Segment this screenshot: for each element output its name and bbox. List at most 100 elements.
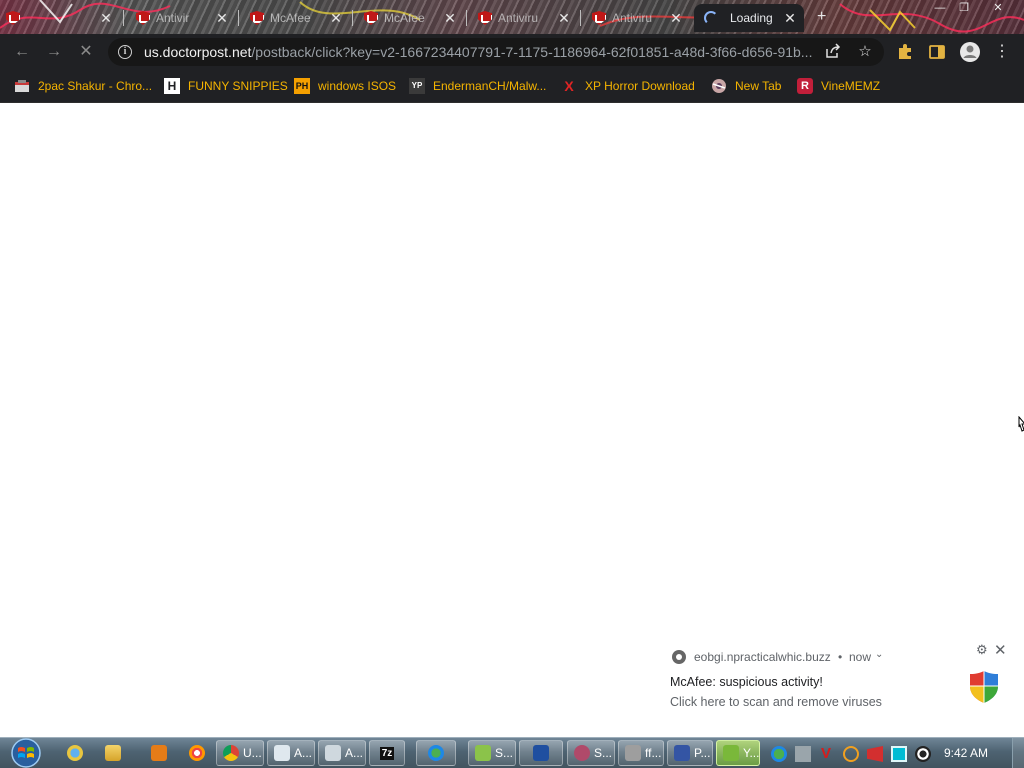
notification-source: eobgi.npracticalwhic.buzz <box>694 650 831 664</box>
p-app-icon <box>674 745 690 761</box>
taskbar-item-label: A... <box>345 746 364 760</box>
bookmark-favicon-x: X <box>564 78 574 94</box>
bookmark-item-2[interactable]: PH windows ISOS <box>294 76 396 96</box>
bookmark-label: EndermanCH/Malw... <box>433 79 547 93</box>
bookmark-item-0[interactable]: 2pac Shakur - Chro... <box>14 76 152 96</box>
browser-tab-4[interactable]: Antiviru ✕ <box>472 4 578 32</box>
mcafee-shield-icon <box>250 11 264 25</box>
bookmark-label: XP Horror Download <box>585 79 695 93</box>
pinned-paint-icon[interactable] <box>186 741 212 765</box>
tab-separator <box>466 10 467 26</box>
tab-close-icon[interactable]: ✕ <box>214 10 230 26</box>
taskbar-item-y-active[interactable]: Y... <box>716 740 760 766</box>
tab-separator <box>238 10 239 26</box>
y-app-icon <box>723 745 739 761</box>
tray-v-icon[interactable]: V <box>818 746 834 762</box>
loading-spinner-icon <box>704 11 718 25</box>
bookmark-favicon-2pac <box>14 78 30 94</box>
window-app-icon-2 <box>325 745 341 761</box>
browser-tab-1[interactable]: Antivir ✕ <box>130 4 236 32</box>
tab-close-icon[interactable]: ✕ <box>668 10 684 26</box>
taskbar-item-p[interactable]: P... <box>667 740 713 766</box>
tab-close-icon[interactable]: ✕ <box>98 10 114 26</box>
folder-app-icon <box>475 745 491 761</box>
tab-title: McAfee <box>384 11 425 25</box>
tab-close-icon[interactable]: ✕ <box>442 10 458 26</box>
bookmark-star-icon[interactable]: ☆ <box>856 43 874 61</box>
tab-separator <box>580 10 581 26</box>
taskbar-item-label: Y... <box>743 746 760 760</box>
site-info-icon[interactable]: i <box>118 45 132 59</box>
pinned-ie-icon[interactable] <box>64 741 90 765</box>
ff-app-icon <box>625 745 641 761</box>
close-icon[interactable]: ✕ <box>994 641 1007 659</box>
taskbar-item-app-a1[interactable]: A... <box>267 740 315 766</box>
menu-kebab-icon[interactable]: ⋮ <box>992 42 1012 62</box>
url-text[interactable]: us.doctorpost.net/postback/click?key=v2-… <box>144 44 816 60</box>
maximize-window-icon[interactable]: ❐ <box>952 1 976 15</box>
taskbar-item-7zip[interactable]: 7z <box>369 740 405 766</box>
tab-title: Loading <box>730 11 773 25</box>
close-window-icon[interactable]: ✕ <box>986 1 1010 15</box>
chrome-notification-icon <box>672 650 686 664</box>
taskbar-item-yb[interactable] <box>519 740 563 766</box>
minimize-window-icon[interactable]: — <box>928 1 952 15</box>
globe-app-icon <box>428 745 444 761</box>
browser-toolbar: ← → ✕ i us.doctorpost.net/postback/click… <box>0 34 1024 70</box>
taskbar-item-label: P... <box>694 746 711 760</box>
start-orb-icon[interactable] <box>6 738 46 768</box>
bookmark-favicon-yp: YP <box>409 78 425 94</box>
tab-close-icon[interactable]: ✕ <box>328 10 344 26</box>
tray-volume-icon[interactable] <box>915 746 931 762</box>
forward-arrow-icon[interactable]: → <box>44 42 64 62</box>
taskbar-item-s2[interactable]: S... <box>567 740 615 766</box>
notification-separator: • <box>838 650 843 664</box>
7zip-icon: 7z <box>379 746 395 760</box>
browser-tab-5[interactable]: Antiviru ✕ <box>586 4 690 32</box>
browser-tab-active[interactable]: Loading ✕ <box>694 4 804 32</box>
gear-icon[interactable]: ⚙ <box>976 642 988 658</box>
pinned-explorer-icon[interactable] <box>102 741 128 765</box>
extensions-puzzle-icon[interactable] <box>896 43 914 61</box>
pinned-media-player-icon[interactable] <box>148 741 174 765</box>
tab-title: Antivir <box>156 11 190 25</box>
bookmark-label: VineMEMZ <box>821 79 881 93</box>
bookmark-item-5[interactable]: New Tab <box>711 76 781 96</box>
bookmark-item-1[interactable]: H FUNNY SNIPPIES <box>164 76 288 96</box>
back-arrow-icon[interactable]: ← <box>12 42 32 62</box>
tray-search-icon[interactable] <box>843 746 859 762</box>
bookmark-label: New Tab <box>735 79 782 93</box>
browser-tab-3[interactable]: McAfee ✕ <box>358 4 464 32</box>
tray-display-icon[interactable] <box>891 746 907 762</box>
tray-network-globe-icon[interactable] <box>771 746 787 762</box>
share-icon[interactable] <box>824 43 842 61</box>
browser-tab-2[interactable]: McAfee ✕ <box>244 4 350 32</box>
taskbar-item-ff[interactable]: ff... <box>618 740 664 766</box>
chevron-down-icon[interactable]: ⌄ <box>875 649 883 660</box>
taskbar-item-label: S... <box>594 746 613 760</box>
address-bar[interactable]: i us.doctorpost.net/postback/click?key=v… <box>108 38 884 66</box>
browser-tab-0[interactable]: ✕ <box>0 4 120 32</box>
new-tab-button[interactable]: + <box>817 8 826 26</box>
s-app-icon <box>574 745 590 761</box>
tab-close-icon[interactable]: ✕ <box>556 10 572 26</box>
profile-avatar-icon[interactable] <box>959 41 981 63</box>
bookmark-item-6[interactable]: R VineMEMZ <box>797 76 880 96</box>
tray-flag-icon[interactable] <box>867 746 883 762</box>
tab-strip: ✕ Antivir ✕ McAfee ✕ McAfee ✕ Antiviru ✕… <box>0 0 1024 34</box>
show-desktop-button[interactable] <box>1012 738 1024 768</box>
tray-app-icon[interactable] <box>795 746 811 762</box>
tab-close-icon[interactable]: ✕ <box>782 10 798 26</box>
bookmark-item-3[interactable]: YP EndermanCH/Malw... <box>409 76 546 96</box>
bookmark-item-4[interactable]: X XP Horror Download <box>561 76 695 96</box>
taskbar-item-s1[interactable]: S... <box>468 740 516 766</box>
stop-loading-icon[interactable]: ✕ <box>76 42 96 62</box>
bookmark-label: 2pac Shakur - Chro... <box>38 79 153 93</box>
taskbar-item-app-a2[interactable]: A... <box>318 740 366 766</box>
taskbar-item-globe-app[interactable] <box>416 740 456 766</box>
push-notification[interactable]: eobgi.npracticalwhic.buzz • now ⌄ ⚙ ✕ Mc… <box>654 637 1016 737</box>
taskbar-clock[interactable]: 9:42 AM <box>944 746 988 760</box>
side-panel-icon[interactable] <box>928 43 946 61</box>
taskbar-item-chrome[interactable]: U... <box>216 740 264 766</box>
mouse-cursor-icon <box>1018 416 1024 432</box>
